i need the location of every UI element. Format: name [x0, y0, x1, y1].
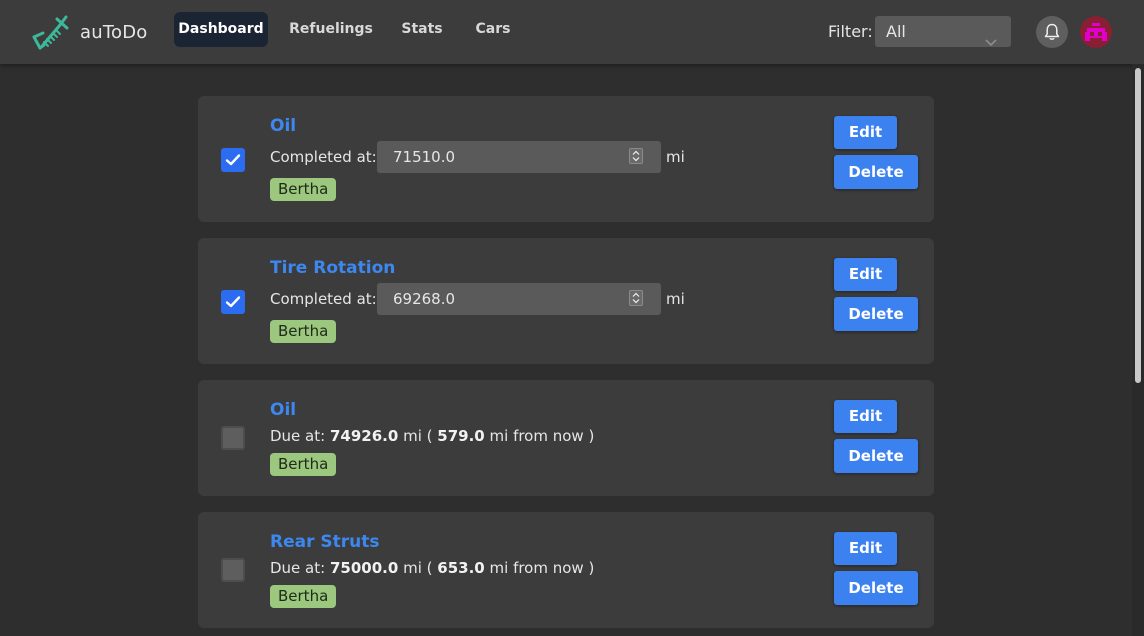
remaining-suffix: mi from now ): [489, 559, 595, 577]
paren-open: (: [426, 427, 433, 445]
edit-button[interactable]: Edit: [834, 116, 897, 149]
shock-absorber-icon: [30, 12, 70, 52]
bell-icon: [1044, 23, 1060, 40]
todo-title[interactable]: Oil: [270, 116, 296, 136]
checkmark-icon: [225, 154, 241, 166]
edit-button[interactable]: Edit: [834, 532, 897, 565]
completed-checkbox[interactable]: [221, 290, 245, 314]
car-tag: Bertha: [270, 320, 337, 343]
paren-open: (: [426, 559, 433, 577]
remaining-mileage: 579.0: [437, 427, 485, 445]
filter-value: All: [886, 22, 906, 41]
due-mileage: 75000.0: [329, 559, 399, 577]
mileage-unit: mi: [666, 290, 685, 308]
completed-label: Completed at:: [270, 148, 377, 166]
due-line: Due at: 75000.0 mi ( 653.0 mi from now ): [270, 559, 594, 577]
tab-stats[interactable]: Stats: [396, 12, 448, 47]
due-mileage: 74926.0: [329, 427, 399, 445]
completed-checkbox[interactable]: [221, 148, 245, 172]
notifications-button[interactable]: [1036, 16, 1068, 48]
chevron-down-icon: [985, 26, 997, 57]
mileage-unit: mi: [666, 148, 685, 166]
todo-card: Rear Struts Due at: 75000.0 mi ( 653.0 m…: [198, 512, 934, 628]
todo-title[interactable]: Rear Struts: [270, 532, 380, 552]
completed-mileage-input[interactable]: 71510.0: [377, 141, 661, 173]
checkmark-icon: [225, 296, 241, 308]
app-name: auToDo: [80, 21, 148, 43]
todo-title[interactable]: Oil: [270, 400, 296, 420]
user-avatar[interactable]: [1080, 16, 1112, 48]
filter-select[interactable]: All: [875, 16, 1011, 47]
due-label: Due at:: [270, 559, 326, 577]
completed-mileage-value: 69268.0: [393, 290, 456, 308]
todo-title[interactable]: Tire Rotation: [270, 258, 395, 278]
brand[interactable]: auToDo: [30, 12, 147, 52]
car-tag: Bertha: [270, 178, 337, 201]
remaining-suffix: mi from now ): [489, 427, 595, 445]
stepper-arrows-icon: [632, 150, 640, 162]
edit-button[interactable]: Edit: [834, 400, 897, 433]
edit-button[interactable]: Edit: [834, 258, 897, 291]
number-spinner[interactable]: [629, 290, 643, 306]
delete-button[interactable]: Delete: [834, 155, 918, 189]
remaining-mileage: 653.0: [437, 559, 485, 577]
number-spinner[interactable]: [629, 148, 643, 164]
due-line: Due at: 74926.0 mi ( 579.0 mi from now ): [270, 427, 594, 445]
todo-card: Tire Rotation Completed at: 69268.0 mi B…: [198, 238, 934, 364]
tab-dashboard[interactable]: Dashboard: [174, 12, 268, 47]
todo-card: Oil Completed at: 71510.0 mi Bertha Edit…: [198, 96, 934, 222]
car-tag: Bertha: [270, 585, 337, 608]
completed-mileage-value: 71510.0: [393, 148, 456, 166]
stepper-arrows-icon: [632, 292, 640, 304]
delete-button[interactable]: Delete: [834, 439, 918, 473]
completed-label: Completed at:: [270, 290, 377, 308]
tab-cars[interactable]: Cars: [470, 12, 516, 47]
completed-mileage-input[interactable]: 69268.0: [377, 283, 661, 315]
due-unit: mi: [403, 559, 422, 577]
car-tag: Bertha: [270, 453, 337, 476]
completed-checkbox[interactable]: [221, 558, 245, 582]
tab-refuelings[interactable]: Refuelings: [286, 12, 376, 47]
filter-label: Filter:: [828, 22, 873, 41]
avatar-icon: [1085, 23, 1107, 41]
navbar: auToDo Dashboard Refuelings Stats Cars F…: [0, 0, 1144, 64]
delete-button[interactable]: Delete: [834, 571, 918, 605]
scrollbar-thumb[interactable]: [1135, 68, 1141, 383]
todo-card: Oil Due at: 74926.0 mi ( 579.0 mi from n…: [198, 380, 934, 496]
due-unit: mi: [403, 427, 422, 445]
due-label: Due at:: [270, 427, 326, 445]
completed-checkbox[interactable]: [221, 426, 245, 450]
delete-button[interactable]: Delete: [834, 297, 918, 331]
